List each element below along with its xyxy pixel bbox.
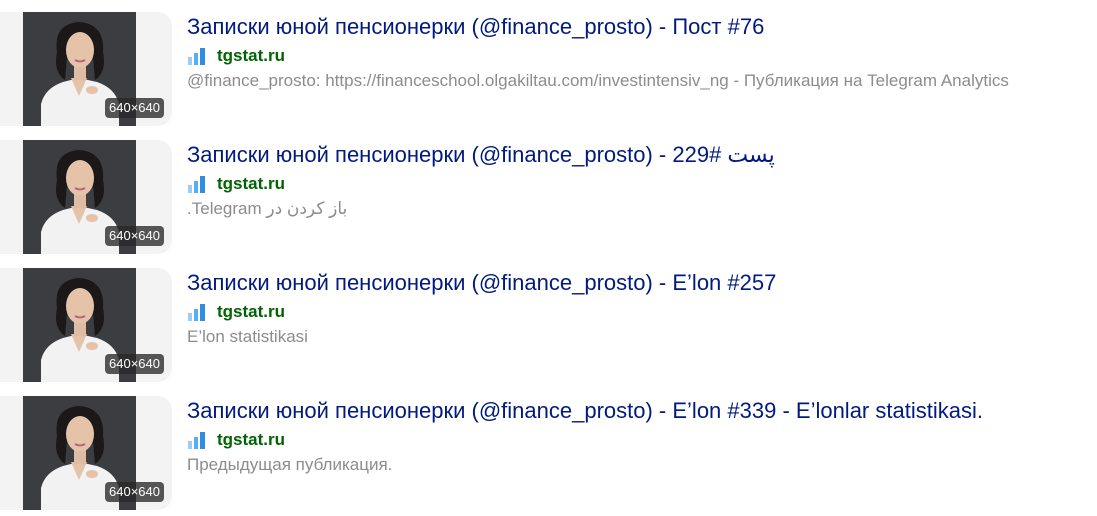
result-snippet: Предыдущая публикация. [187, 455, 393, 474]
result-snippet: @finance_prosto: https://financeschool.o… [187, 71, 1009, 90]
image-size-badge: 640×640 [105, 226, 164, 246]
result-thumbnail[interactable]: 640×640 [0, 12, 172, 126]
result-source[interactable]: tgstat.ru [187, 45, 285, 67]
result-snippet: باز کردن در Telegram. [187, 199, 348, 218]
result-title-link[interactable]: Записки юной пенсионерки (@finance_prost… [187, 269, 776, 297]
image-size-badge: 640×640 [105, 482, 164, 502]
search-result: 640×640 Записки юной пенсионерки (@finan… [0, 396, 1097, 510]
result-source[interactable]: tgstat.ru [187, 429, 285, 451]
search-result: 640×640 Записки юной пенсионерки (@finan… [0, 268, 1097, 382]
result-thumbnail[interactable]: 640×640 [0, 140, 172, 254]
image-size-badge: 640×640 [105, 98, 164, 118]
result-domain: tgstat.ru [217, 302, 285, 321]
result-thumbnail[interactable]: 640×640 [0, 268, 172, 382]
result-title-link[interactable]: Записки юной пенсионерки (@finance_prost… [187, 397, 983, 425]
result-domain: tgstat.ru [217, 46, 285, 65]
result-snippet: E’lon statistikasi [187, 327, 308, 346]
result-source[interactable]: tgstat.ru [187, 301, 285, 323]
search-result: 640×640 Записки юной пенсионерки (@finan… [0, 140, 1097, 254]
result-domain: tgstat.ru [217, 430, 285, 449]
image-size-badge: 640×640 [105, 354, 164, 374]
tgstat-bars-icon [187, 302, 207, 322]
tgstat-bars-icon [187, 430, 207, 450]
result-domain: tgstat.ru [217, 174, 285, 193]
result-thumbnail[interactable]: 640×640 [0, 396, 172, 510]
search-result: 640×640 Записки юной пенсионерки (@finan… [0, 12, 1097, 126]
result-source[interactable]: tgstat.ru [187, 173, 285, 195]
tgstat-bars-icon [187, 46, 207, 66]
result-title-link[interactable]: Записки юной пенсионерки (@finance_prost… [187, 13, 764, 41]
result-title-link[interactable]: Записки юной пенсионерки (@finance_prost… [187, 141, 775, 169]
tgstat-bars-icon [187, 174, 207, 194]
